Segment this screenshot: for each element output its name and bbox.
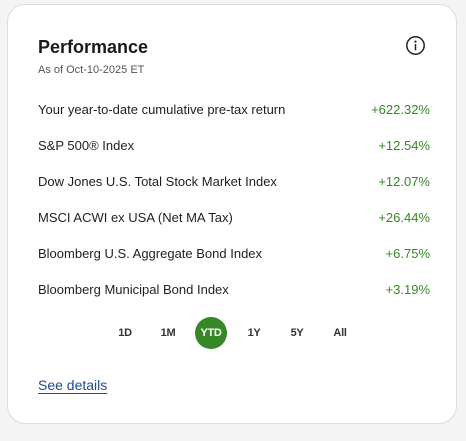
row-value: +6.75% (385, 245, 430, 261)
row-value: +12.54% (378, 137, 430, 153)
card-title: Performance (38, 37, 149, 57)
row-value: +622.32% (371, 101, 430, 117)
row-label: Bloomberg U.S. Aggregate Bond Index (38, 245, 263, 261)
row-value: +26.44% (378, 209, 430, 225)
performance-row: S&P 500® Index +12.54% (38, 127, 430, 163)
performance-row: Dow Jones U.S. Total Stock Market Index … (38, 163, 430, 199)
performance-row: Bloomberg Municipal Bond Index +3.19% (38, 271, 430, 307)
row-label: S&P 500® Index (38, 137, 135, 153)
period-1y-button[interactable]: 1Y (238, 317, 270, 349)
performance-row: MSCI ACWI ex USA (Net MA Tax) +26.44% (38, 199, 430, 235)
row-value: +12.07% (378, 173, 430, 189)
row-label: Dow Jones U.S. Total Stock Market Index (38, 173, 277, 189)
performance-card: Performance As of Oct-10-2025 ET Your ye… (7, 4, 457, 424)
performance-row: Bloomberg U.S. Aggregate Bond Index +6.7… (38, 235, 430, 271)
as-of-date: As of Oct-10-2025 ET (38, 64, 145, 76)
row-label: Your year-to-date cumulative pre-tax ret… (38, 101, 286, 117)
row-label: Bloomberg Municipal Bond Index (38, 281, 229, 297)
info-circle-icon (406, 36, 425, 55)
performance-row: Your year-to-date cumulative pre-tax ret… (38, 91, 430, 127)
period-ytd-button[interactable]: YTD (195, 317, 227, 349)
info-button[interactable] (405, 35, 426, 56)
period-1d-button[interactable]: 1D (109, 317, 141, 349)
row-value: +3.19% (385, 281, 430, 297)
see-details-link[interactable]: See details (38, 377, 107, 393)
row-label: MSCI ACWI ex USA (Net MA Tax) (38, 209, 233, 225)
period-all-button[interactable]: All (324, 317, 356, 349)
performance-list: Your year-to-date cumulative pre-tax ret… (38, 91, 430, 307)
period-5y-button[interactable]: 5Y (281, 317, 313, 349)
period-1m-button[interactable]: 1M (152, 317, 184, 349)
period-selector: 1D 1M YTD 1Y 5Y All (8, 317, 458, 349)
